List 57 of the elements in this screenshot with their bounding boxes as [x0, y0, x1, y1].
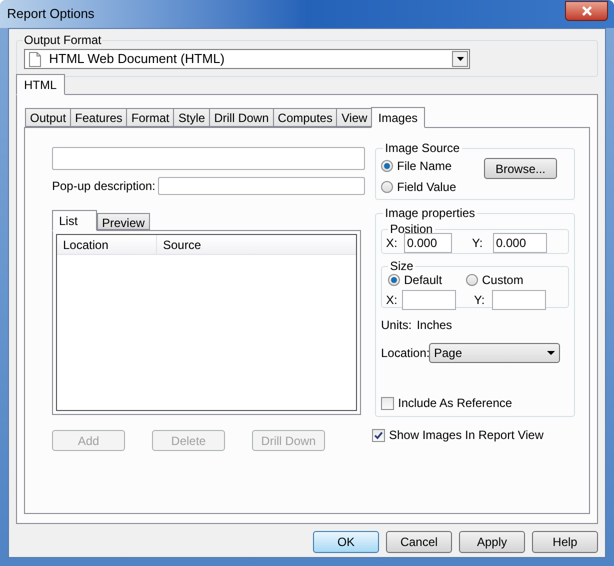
radio-label: Default: [404, 272, 442, 289]
tab[interactable]: View: [336, 108, 372, 127]
dialog-button[interactable]: Apply: [459, 531, 525, 553]
tab[interactable]: List: [52, 210, 97, 231]
location-dropdown[interactable]: Page: [429, 343, 560, 363]
radio-label: Custom: [482, 272, 524, 289]
dialog-button[interactable]: Cancel: [386, 531, 452, 553]
group-label: Output Format: [23, 32, 102, 49]
window-title: Report Options: [7, 5, 94, 24]
x-position-field[interactable]: 0.000: [404, 233, 452, 253]
radio-button[interactable]: [388, 274, 400, 286]
radio-label: Field Value: [397, 179, 456, 196]
browse-button[interactable]: Browse...: [484, 158, 557, 179]
checkbox-label: Include As Reference: [398, 395, 512, 412]
radio-button[interactable]: [381, 181, 393, 193]
tab[interactable]: Computes: [272, 108, 338, 127]
dialog-button[interactable]: OK: [313, 531, 379, 553]
tab[interactable]: Features: [70, 108, 128, 127]
checkbox[interactable]: [372, 428, 385, 442]
group-label: Image properties: [384, 205, 476, 222]
field-label: Y:: [472, 235, 484, 252]
tab[interactable]: Format: [126, 108, 174, 127]
document-icon: [29, 52, 41, 66]
close-icon: [580, 6, 592, 16]
tab[interactable]: Preview: [97, 213, 150, 230]
tab[interactable]: Drill Down: [209, 108, 274, 127]
field-label: X:: [386, 292, 398, 309]
checkbox[interactable]: [381, 396, 394, 410]
dropdown-value: HTML Web Document (HTML): [49, 50, 226, 68]
image-name-field[interactable]: [52, 147, 365, 170]
group-label: Image Source: [384, 140, 461, 157]
radio-label: File Name: [397, 158, 452, 175]
radio-button[interactable]: [466, 274, 478, 286]
units-value: Inches: [416, 317, 452, 334]
popup-description-field[interactable]: [158, 177, 365, 195]
field-label: Pop-up description:: [52, 178, 156, 195]
width-field[interactable]: [402, 290, 456, 310]
field-label: Location:: [381, 345, 429, 362]
tab[interactable]: Output: [25, 108, 72, 127]
output-format-dropdown[interactable]: HTML Web Document (HTML): [24, 49, 470, 69]
dialog-button[interactable]: Help: [532, 531, 598, 553]
tab[interactable]: Style: [173, 108, 210, 127]
field-label: X:: [386, 235, 398, 252]
dropdown-arrow-icon: [547, 351, 555, 355]
height-field[interactable]: [492, 290, 546, 310]
checkbox-label: Show Images In Report View: [389, 427, 544, 444]
column-header[interactable]: Source: [157, 235, 356, 254]
y-position-field[interactable]: 0.000: [493, 233, 547, 253]
field-label: Y:: [474, 292, 486, 309]
tab[interactable]: HTML: [16, 74, 65, 95]
dropdown-value: Page: [434, 345, 464, 362]
column-header[interactable]: Location: [57, 235, 157, 254]
tab[interactable]: Images: [371, 107, 425, 128]
units-label: Units:: [381, 317, 412, 334]
radio-button[interactable]: [381, 160, 393, 172]
group-label: Size: [389, 258, 414, 275]
close-button[interactable]: [565, 1, 608, 21]
